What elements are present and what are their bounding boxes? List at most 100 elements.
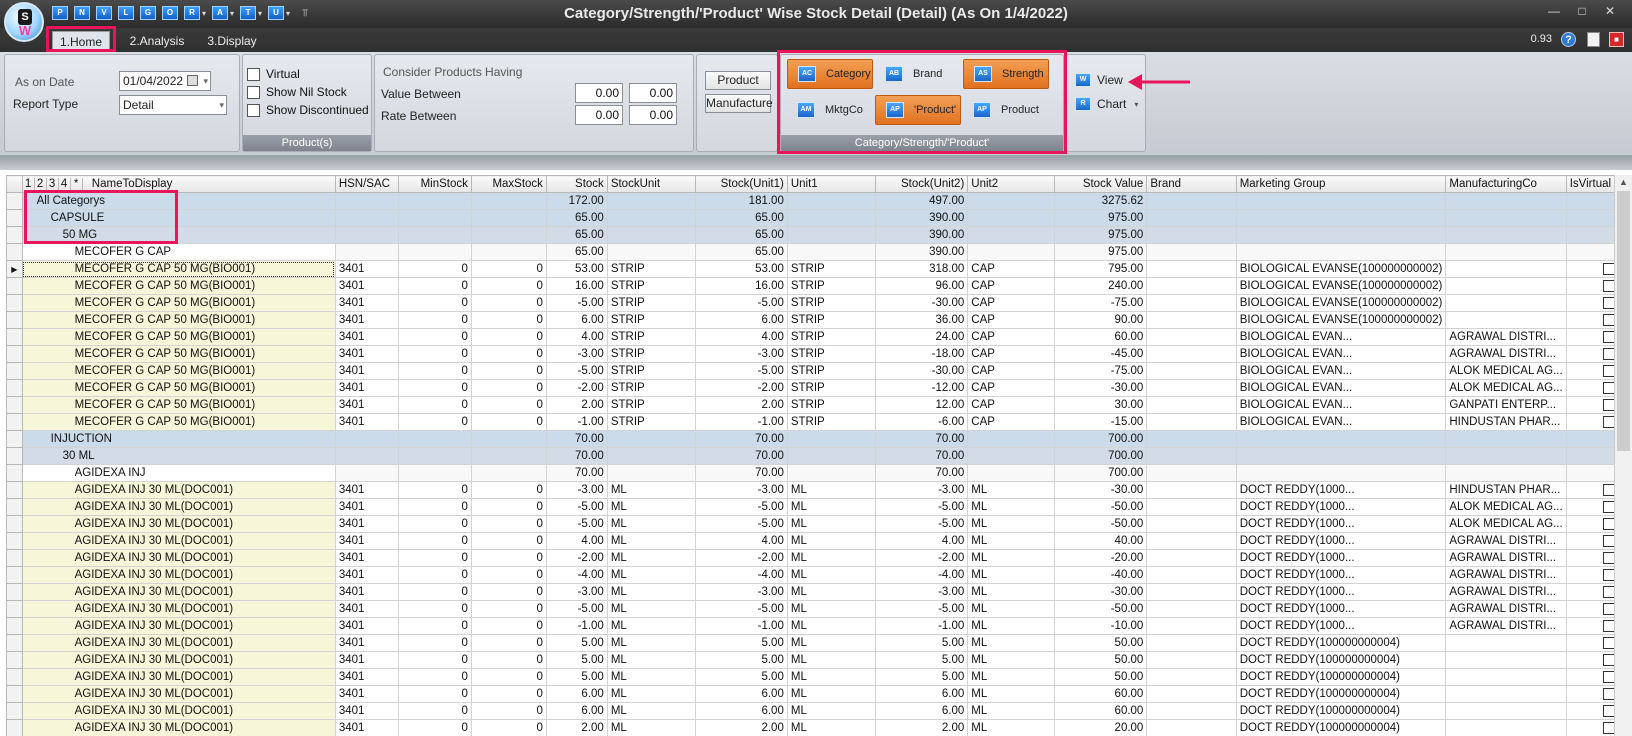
row-selector[interactable]: [6, 362, 23, 380]
table-row[interactable]: AGIDEXA INJ 30 ML(DOC001) 3401 0 0 -2.00 ML -2…: [6, 549, 1632, 567]
rate-from-input[interactable]: 0.00: [575, 105, 623, 125]
column-header-stock[interactable]: Stock: [545, 175, 608, 193]
column-header-minstock[interactable]: MinStock: [397, 175, 472, 193]
name-cell[interactable]: MECOFER G CAP 50 MG(BIO001): [21, 311, 336, 329]
table-row[interactable]: AGIDEXA INJ 30 ML(DOC001) 3401 0 0 -3.00 ML -3…: [6, 481, 1632, 499]
show-nil-stock-checkbox[interactable]: Show Nil Stock: [247, 85, 347, 99]
name-cell[interactable]: AGIDEXA INJ: [21, 464, 336, 482]
row-selector[interactable]: [6, 515, 23, 533]
scrollbar-thumb[interactable]: [1617, 191, 1630, 451]
table-row[interactable]: AGIDEXA INJ 30 ML(DOC001) 3401 0 0 5.00 ML 5.0…: [6, 634, 1632, 652]
category-button[interactable]: AC Category: [787, 59, 873, 89]
table-row[interactable]: MECOFER G CAP 50 MG(BIO001) 3401 0 0 -2.00 ST…: [6, 379, 1632, 397]
table-row[interactable]: MECOFER G CAP 50 MG(BIO001) 3401 0 0 4.00 STR…: [6, 328, 1632, 346]
name-cell[interactable]: MECOFER G CAP 50 MG(BIO001): [21, 362, 336, 380]
as-on-date-field[interactable]: 01/04/2022 ▾: [119, 71, 211, 91]
app-logo-icon[interactable]: SW: [4, 2, 44, 42]
scroll-up-icon[interactable]: ▲: [1619, 177, 1628, 187]
row-selector[interactable]: [6, 413, 23, 431]
name-cell[interactable]: AGIDEXA INJ 30 ML(DOC001): [21, 498, 336, 516]
document-icon[interactable]: [1587, 32, 1600, 47]
name-cell[interactable]: AGIDEXA INJ 30 ML(DOC001): [21, 702, 336, 720]
row-selector[interactable]: [6, 447, 23, 465]
row-selector[interactable]: [6, 685, 23, 703]
column-header-stock-unit1[interactable]: Stock(Unit1): [694, 175, 788, 193]
table-row[interactable]: MECOFER G CAP 50 MG(BIO001) 3401 0 0 -5.00 ST…: [6, 294, 1632, 312]
view-button[interactable]: W View: [1075, 73, 1123, 87]
row-selector[interactable]: [6, 566, 23, 584]
vertical-scrollbar[interactable]: ▲: [1614, 175, 1632, 736]
name-cell[interactable]: 50 MG: [21, 226, 336, 244]
row-selector[interactable]: [6, 311, 23, 329]
name-cell[interactable]: AGIDEXA INJ 30 ML(DOC001): [21, 566, 336, 584]
exit-icon[interactable]: ■: [1609, 32, 1624, 47]
column-header-stock-unit2[interactable]: Stock(Unit2): [874, 175, 969, 193]
show-discontinued-checkbox[interactable]: Show Discontinued: [247, 103, 369, 117]
level-2-button[interactable]: 2: [35, 178, 47, 190]
name-cell[interactable]: MECOFER G CAP 50 MG(BIO001): [21, 277, 336, 295]
tab-home[interactable]: 1.Home: [52, 31, 110, 51]
row-selector[interactable]: [6, 481, 23, 499]
row-selector[interactable]: [6, 345, 23, 363]
level-all-button[interactable]: *: [71, 178, 83, 190]
name-cell[interactable]: MECOFER G CAP 50 MG(BIO001): [21, 328, 336, 346]
row-selector[interactable]: [6, 532, 23, 550]
value-from-input[interactable]: 0.00: [575, 83, 623, 103]
strength-button[interactable]: AS Strength: [963, 59, 1049, 89]
table-row[interactable]: AGIDEXA INJ 30 ML(DOC001) 3401 0 0 -3.00 ML -3…: [6, 583, 1632, 601]
level-3-button[interactable]: 3: [47, 178, 59, 190]
name-cell[interactable]: MECOFER G CAP 50 MG(BIO001): [21, 396, 336, 414]
row-selector[interactable]: [6, 600, 23, 618]
chevron-down-icon[interactable]: ▾: [219, 96, 224, 114]
report-type-select[interactable]: Detail ▾: [119, 95, 227, 115]
name-cell[interactable]: MECOFER G CAP 50 MG(BIO001): [21, 379, 336, 397]
table-row[interactable]: MECOFER G CAP 50 MG(BIO001) 3401 0 0 2.00 STR…: [6, 396, 1632, 414]
name-cell[interactable]: AGIDEXA INJ 30 ML(DOC001): [21, 651, 336, 669]
table-row[interactable]: MECOFER G CAP 50 MG(BIO001) 3401 0 0 16.00 ST…: [6, 277, 1632, 295]
table-row[interactable]: MECOFER G CAP 50 MG(BIO001) 3401 0 0 -1.00 ST…: [6, 413, 1632, 431]
row-selector[interactable]: [6, 583, 23, 601]
help-icon[interactable]: ?: [1561, 32, 1576, 47]
column-header-stock-value[interactable]: Stock Value: [1054, 175, 1148, 193]
level-1-button[interactable]: 1: [23, 178, 35, 190]
row-selector[interactable]: [6, 209, 23, 227]
name-cell[interactable]: AGIDEXA INJ 30 ML(DOC001): [21, 719, 336, 736]
minimize-icon[interactable]: —: [1540, 4, 1568, 18]
virtual-checkbox[interactable]: Virtual: [247, 67, 300, 81]
column-header-manufacturingco[interactable]: ManufacturingCo: [1445, 175, 1567, 193]
row-selector[interactable]: ▶: [6, 260, 23, 278]
level-4-button[interactable]: 4: [59, 178, 71, 190]
row-selector[interactable]: [6, 226, 23, 244]
row-selector[interactable]: [6, 719, 23, 736]
row-selector[interactable]: [6, 702, 23, 720]
mktgco-button[interactable]: AM MktgCo: [787, 95, 873, 125]
row-selector[interactable]: [6, 498, 23, 516]
maximize-icon[interactable]: □: [1568, 4, 1596, 18]
close-icon[interactable]: ✕: [1596, 4, 1624, 18]
table-row[interactable]: AGIDEXA INJ 30 ML(DOC001) 3401 0 0 5.00 ML 5.0…: [6, 668, 1632, 686]
row-selector[interactable]: [6, 651, 23, 669]
row-selector[interactable]: [6, 277, 23, 295]
table-row[interactable]: AGIDEXA INJ 30 ML(DOC001) 3401 0 0 6.00 ML 6.0…: [6, 702, 1632, 720]
group-row[interactable]: INJUCTION 70.00 70.00 70.00 700.00: [6, 430, 1632, 448]
product-quoted-button[interactable]: AP 'Product': [875, 95, 961, 125]
name-cell[interactable]: INJUCTION: [21, 430, 336, 448]
column-header-maxstock[interactable]: MaxStock: [470, 175, 547, 193]
name-cell[interactable]: AGIDEXA INJ 30 ML(DOC001): [21, 481, 336, 499]
row-selector[interactable]: [6, 464, 23, 482]
row-selector[interactable]: [6, 430, 23, 448]
chart-button[interactable]: R Chart ▾: [1075, 97, 1138, 111]
name-cell[interactable]: AGIDEXA INJ 30 ML(DOC001): [21, 515, 336, 533]
rate-to-input[interactable]: 0.00: [629, 105, 677, 125]
name-cell[interactable]: AGIDEXA INJ 30 ML(DOC001): [21, 600, 336, 618]
name-cell[interactable]: AGIDEXA INJ 30 ML(DOC001): [21, 668, 336, 686]
chevron-down-icon[interactable]: ▾: [1134, 100, 1138, 109]
table-row[interactable]: AGIDEXA INJ 30 ML(DOC001) 3401 0 0 -5.00 ML -5…: [6, 515, 1632, 533]
name-cell[interactable]: MECOFER G CAP: [21, 243, 336, 261]
row-selector[interactable]: [6, 379, 23, 397]
row-selector[interactable]: [6, 328, 23, 346]
row-selector[interactable]: [6, 668, 23, 686]
name-cell[interactable]: MECOFER G CAP 50 MG(BIO001): [21, 345, 336, 363]
column-header-marketing-group[interactable]: Marketing Group: [1235, 175, 1447, 193]
group-row[interactable]: AGIDEXA INJ 70.00 70.00 70.00 700.00: [6, 464, 1632, 482]
